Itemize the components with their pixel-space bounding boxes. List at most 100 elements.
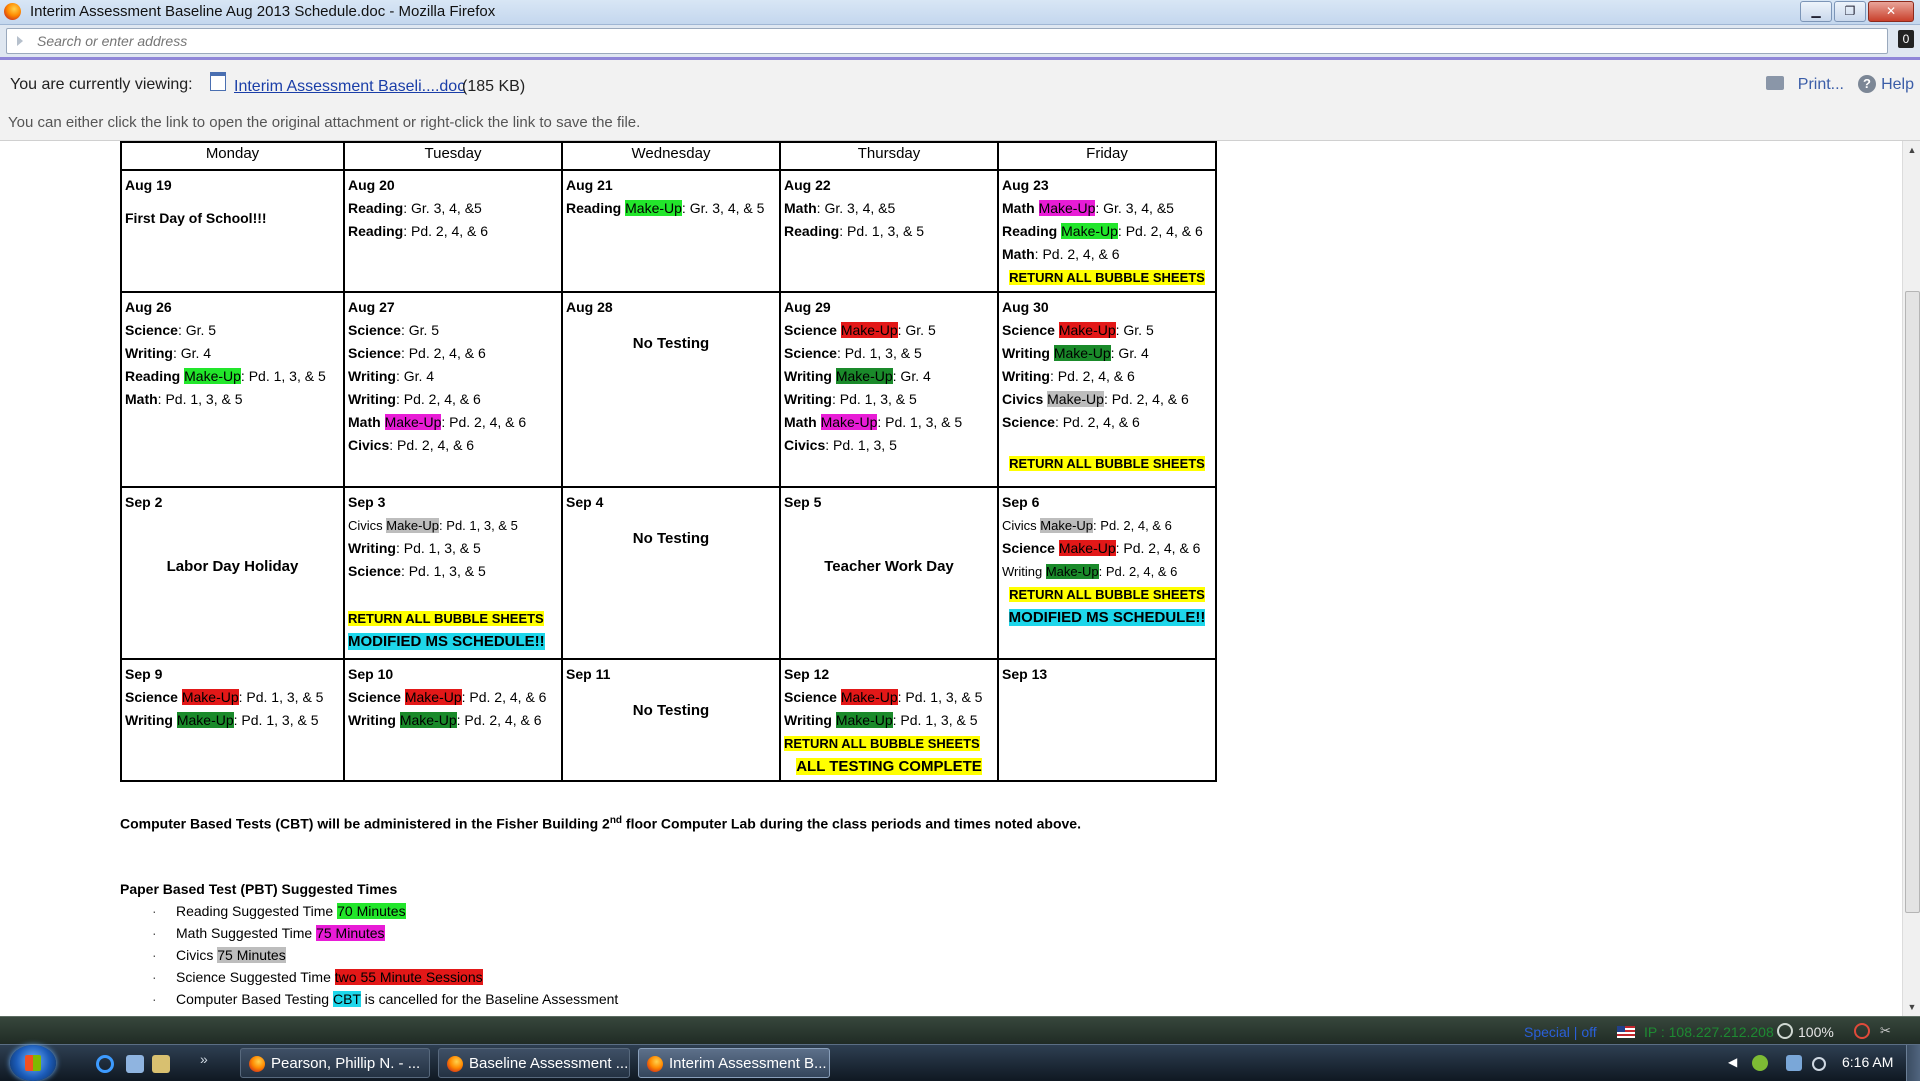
calendar-week-row: Sep 2 Labor Day Holiday Sep 3 Civics Mak… <box>120 486 1217 660</box>
attachment-link[interactable]: Interim Assessment Baseli....doc <box>234 78 465 96</box>
bubble-sheet-text: RETURN ALL BUBBLE SHEETS <box>1009 587 1205 602</box>
taskbar-item-interim[interactable]: Interim Assessment B... <box>638 1048 830 1078</box>
addon-status-icon[interactable] <box>1854 1023 1870 1039</box>
vertical-scrollbar[interactable]: ▲ ▼ <box>1902 141 1920 1016</box>
subject: Writing <box>1002 345 1050 361</box>
info-text: You can either click the link to open th… <box>8 114 641 131</box>
cbt-note: Computer Based Tests (CBT) will be admin… <box>120 815 1081 832</box>
test-entry: Writing Make-Up: Pd. 1, 3, & 5 <box>125 709 340 732</box>
tray-expand-icon[interactable]: ◀ <box>1728 1055 1737 1069</box>
pbt-label: Computer Based Testing <box>176 991 333 1007</box>
tray-security-icon[interactable] <box>1752 1055 1768 1071</box>
ip-address: IP : 108.227.212.208 <box>1644 1024 1774 1040</box>
makeup-highlight: Make-Up <box>1045 564 1099 579</box>
maximize-button[interactable]: ❐ <box>1834 1 1866 22</box>
makeup-highlight: Make-Up <box>386 518 440 533</box>
address-bar[interactable] <box>6 28 1888 54</box>
header-tuesday: Tuesday <box>343 141 563 171</box>
us-flag-icon <box>1617 1026 1635 1038</box>
show-desktop-button[interactable] <box>1906 1045 1920 1081</box>
day-date: Aug 30 <box>1002 299 1049 315</box>
subject: Reading <box>1002 223 1058 239</box>
resize-grip-icon[interactable]: ✂ <box>1880 1023 1904 1039</box>
entry-detail: : Pd. 1, 3, 5 <box>825 437 897 453</box>
day-note: First Day of School!!! <box>125 210 267 226</box>
scroll-up-arrow-icon[interactable]: ▲ <box>1903 141 1920 159</box>
list-item: · Science Suggested Time two 55 Minute Se… <box>120 966 618 988</box>
day-cell: Sep 6 Civics Make-Up: Pd. 2, 4, & 6 Scie… <box>997 486 1217 660</box>
subject: Math <box>784 200 817 216</box>
entry-detail: : Pd. 2, 4, & 6 <box>400 345 486 361</box>
entry-detail: : Gr. 3, 4, &5 <box>816 200 896 216</box>
tab-count-badge[interactable]: 0 <box>1898 30 1914 48</box>
print-link[interactable]: Print... <box>1798 76 1844 94</box>
test-entry: Writing: Pd. 2, 4, & 6 <box>1002 365 1212 388</box>
day-cell: Sep 3 Civics Make-Up: Pd. 1, 3, & 5 Writ… <box>343 486 563 660</box>
taskbar-item-pearson[interactable]: Pearson, Phillip N. - ... <box>240 1048 430 1078</box>
zoom-level[interactable]: 100% <box>1798 1024 1834 1040</box>
entry-detail: : Pd. 1, 3, & 5 <box>400 563 486 579</box>
subject: Writing <box>125 712 173 728</box>
makeup-highlight: Make-Up <box>835 368 893 384</box>
test-entry: Writing Make-Up: Gr. 4 <box>784 365 994 388</box>
pbt-heading: Paper Based Test (PBT) Suggested Times <box>120 881 398 897</box>
entry-detail: : Gr. 5 <box>897 322 936 338</box>
entry-detail: : Pd. 2, 4, & 6 <box>1115 540 1201 556</box>
clock[interactable]: 6:16 AM <box>1842 1054 1893 1070</box>
help-link[interactable]: Help <box>1881 76 1914 94</box>
navigation-toolbar: 0 <box>0 25 1920 60</box>
day-cell: Aug 23 Math Make-Up: Gr. 3, 4, &5 Readin… <box>997 169 1217 293</box>
test-entry: Civics Make-Up: Pd. 1, 3, & 5 <box>348 514 558 537</box>
quick-launch-more-icon[interactable]: » <box>200 1051 208 1067</box>
subject: Math <box>348 414 381 430</box>
start-button[interactable] <box>10 1045 56 1081</box>
scrollbar-thumb[interactable] <box>1905 291 1920 913</box>
taskbar-item-label: Interim Assessment B... <box>669 1055 827 1072</box>
bullet: · <box>152 991 157 1007</box>
calendar-week-row: Aug 19 First Day of School!!! Aug 20 Rea… <box>120 169 1217 293</box>
special-status[interactable]: Special | off <box>1524 1024 1597 1040</box>
subject: Science <box>348 322 401 338</box>
makeup-highlight: Make-Up <box>625 200 682 216</box>
entry-detail: : Pd. 2, 4, & 6 <box>456 712 542 728</box>
network-icon[interactable] <box>1786 1055 1802 1071</box>
zoom-icon[interactable] <box>1777 1023 1793 1039</box>
bubble-sheet-text: RETURN ALL BUBBLE SHEETS <box>1009 456 1205 471</box>
show-desktop-icon[interactable] <box>126 1055 144 1073</box>
holiday-note: Labor Day Holiday <box>166 558 299 575</box>
help-icon[interactable]: ? <box>1858 75 1876 93</box>
no-testing-note: No Testing <box>632 702 710 719</box>
test-entry: Science Make-Up: Pd. 2, 4, & 6 <box>1002 537 1212 560</box>
close-button[interactable]: ✕ <box>1868 1 1914 22</box>
list-item: · Math Suggested Time 75 Minutes <box>120 922 618 944</box>
internet-explorer-icon[interactable] <box>96 1055 114 1073</box>
bubble-sheet-text: RETURN ALL BUBBLE SHEETS <box>784 736 980 751</box>
scroll-down-arrow-icon[interactable]: ▼ <box>1903 998 1920 1016</box>
test-entry: Science: Pd. 1, 3, & 5 <box>784 342 994 365</box>
volume-icon[interactable] <box>1812 1057 1826 1071</box>
minimize-button[interactable]: ▁ <box>1800 1 1832 22</box>
subject: Math <box>1002 200 1035 216</box>
test-entry: Civics Make-Up: Pd. 2, 4, & 6 <box>1002 514 1212 537</box>
test-entry: Writing: Pd. 1, 3, & 5 <box>348 537 558 560</box>
entry-detail: : Pd. 2, 4, & 6 <box>1098 564 1178 579</box>
test-entry: Science: Gr. 5 <box>348 319 558 342</box>
printer-icon[interactable] <box>1766 76 1784 90</box>
entry-detail: : Gr. 5 <box>1115 322 1154 338</box>
subject: Writing <box>348 391 396 407</box>
taskbar-item-baseline[interactable]: Baseline Assessment ... <box>438 1048 630 1078</box>
subject: Reading <box>348 223 404 239</box>
cbt-text-end: floor Computer Lab during the class peri… <box>622 815 1081 832</box>
makeup-highlight: Make-Up <box>176 712 234 728</box>
subject: Writing <box>125 345 173 361</box>
entry-detail: : Gr. 4 <box>172 345 212 361</box>
day-date: Sep 10 <box>348 666 394 682</box>
browser-status-bar: Special | off IP : 108.227.212.208 100% … <box>0 1016 1920 1045</box>
address-input[interactable] <box>35 31 1539 51</box>
test-entry: Civics: Pd. 1, 3, 5 <box>784 434 994 457</box>
entry-detail: : Pd. 1, 3, & 5 <box>395 540 481 556</box>
explorer-icon[interactable] <box>152 1055 170 1073</box>
pbt-time-highlight: two 55 Minute Sessions <box>334 969 483 985</box>
day-cell: Sep 9 Science Make-Up: Pd. 1, 3, & 5 Wri… <box>120 658 345 782</box>
document-view: Monday Tuesday Wednesday Thursday Friday… <box>0 141 1902 1016</box>
